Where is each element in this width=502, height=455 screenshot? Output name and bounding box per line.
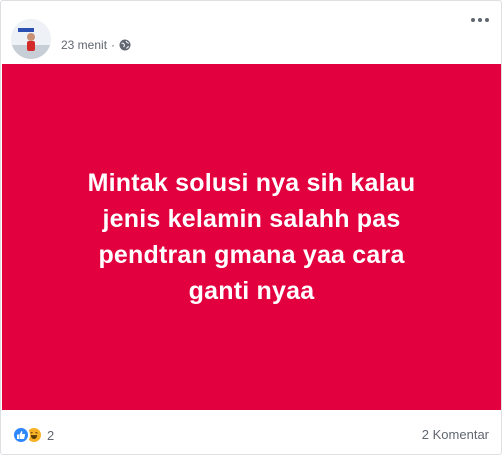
avatar[interactable] [11,19,51,59]
meta-separator: · [111,38,116,52]
post-background: Mintak solusi nya sih kalau jenis kelami… [2,64,501,410]
post-meta: 23 menit · [61,37,131,53]
post-card: 23 menit · Mintak solusi nya sih kalau j… [0,0,502,455]
post-text-line: jenis kelamin salahh pas [102,205,401,233]
reaction-count: 2 [47,427,55,443]
post-text-line: pendtran gmana yaa cara [98,241,405,269]
post-text-line: Mintak solusi nya sih kalau [87,169,416,197]
comments-link[interactable]: 2 Komentar [422,427,489,442]
reactions-summary[interactable]: 2 [12,426,54,444]
more-options-icon[interactable] [469,13,491,27]
post-text: Mintak solusi nya sih kalau jenis kelami… [42,165,462,309]
globe-icon[interactable] [119,39,131,51]
post-header: 23 menit · [1,1,501,63]
post-text-line: ganti nyaa [188,277,315,305]
timestamp[interactable]: 23 menit [61,38,107,52]
like-icon [12,426,30,444]
post-footer: 2 2 Komentar [1,413,501,453]
